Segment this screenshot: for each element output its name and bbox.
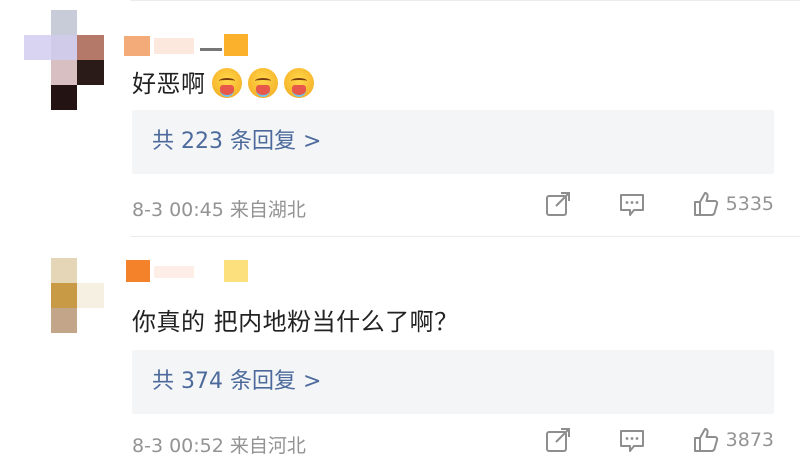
thumbs-up-icon[interactable] xyxy=(692,190,720,218)
username-redacted[interactable] xyxy=(124,260,254,284)
like-count: 5335 xyxy=(725,193,774,215)
comment-icon[interactable] xyxy=(618,190,646,218)
comment-icon[interactable] xyxy=(618,426,646,454)
view-replies-button[interactable]: 共 374 条回复 > xyxy=(132,350,774,414)
vomit-emoji-icon xyxy=(283,68,314,98)
share-icon[interactable] xyxy=(544,426,572,454)
vomit-emoji-icon xyxy=(247,68,278,98)
vomit-emoji-icon xyxy=(211,68,242,98)
avatar[interactable] xyxy=(24,10,104,110)
like-count: 3873 xyxy=(725,429,774,451)
comment-divider xyxy=(130,236,800,237)
comment-actions: 5335 xyxy=(544,190,774,218)
comment-item: 你真的 把内地粉当什么了啊？ 共 374 条回复 > 8-3 00:52 来自河… xyxy=(0,238,800,458)
comment-text: 好恶啊 xyxy=(132,64,314,99)
comment-text: 你真的 把内地粉当什么了啊？ xyxy=(132,308,459,336)
username-redacted[interactable] xyxy=(124,34,254,58)
avatar[interactable] xyxy=(24,258,104,358)
share-icon[interactable] xyxy=(544,190,572,218)
timestamp-location: 8-3 00:52 来自河北 xyxy=(132,435,306,457)
comment-actions: 3873 xyxy=(544,426,774,454)
timestamp-location: 8-3 00:45 来自湖北 xyxy=(132,199,306,221)
thumbs-up-icon[interactable] xyxy=(692,426,720,454)
comment-item: 好恶啊 共 223 条回复 > 8-3 00:45 来自湖北 5335 xyxy=(0,0,800,236)
view-replies-button[interactable]: 共 223 条回复 > xyxy=(132,110,774,174)
